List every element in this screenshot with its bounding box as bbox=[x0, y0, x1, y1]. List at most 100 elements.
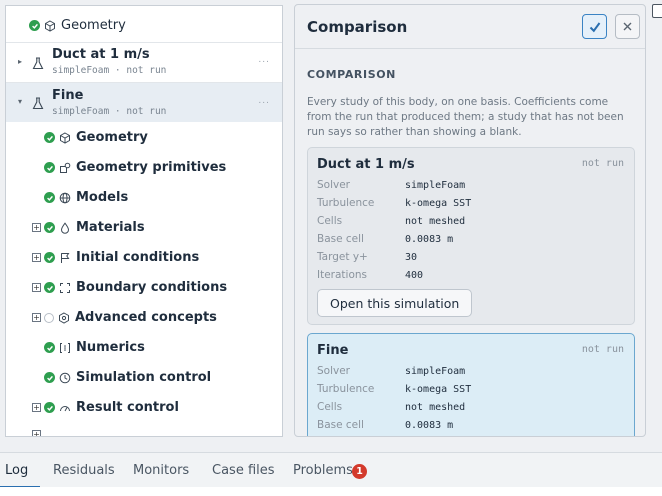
shapes-icon bbox=[58, 161, 71, 174]
open-simulation-button[interactable]: Open this simulation bbox=[317, 289, 473, 317]
field-label: Turbulence bbox=[317, 197, 375, 209]
study-name: Duct at 1 m/s bbox=[317, 157, 415, 172]
globe-icon bbox=[58, 191, 71, 204]
tab-residuals[interactable]: Residuals bbox=[53, 463, 115, 478]
study-name: Fine bbox=[317, 343, 349, 358]
simulation-title: Duct at 1 m/s bbox=[52, 47, 150, 62]
more-menu-icon[interactable]: ... bbox=[258, 96, 270, 106]
field-value: k-omega SST bbox=[405, 384, 472, 395]
flask-icon bbox=[32, 95, 44, 114]
gauge-icon bbox=[58, 401, 71, 414]
tree-item-label: Boundary conditions bbox=[76, 280, 228, 295]
simulation-row-fine[interactable]: ▾ Fine simpleFoam · not run ... bbox=[6, 82, 282, 122]
tree-item-label: Numerics bbox=[76, 340, 145, 355]
field-label: Base cell bbox=[317, 233, 364, 245]
bottom-tab-bar: Log Residuals Monitors Case files Proble… bbox=[0, 452, 662, 488]
field-value: not meshed bbox=[405, 402, 466, 413]
field-value: 0.0083 m bbox=[405, 420, 454, 431]
tree-item-boundary-conditions[interactable]: + Boundary conditions bbox=[32, 280, 272, 295]
comparison-panel: Comparison COMPARISON Every study of thi… bbox=[294, 4, 646, 437]
tree-item-label: Materials bbox=[76, 220, 145, 235]
cube-icon bbox=[43, 19, 56, 32]
expand-plus-icon[interactable]: + bbox=[32, 253, 41, 262]
field-label: Cells bbox=[317, 401, 343, 413]
field-label: Cells bbox=[317, 215, 343, 227]
tree-item-label: Simulation control bbox=[76, 370, 212, 385]
tab-monitors[interactable]: Monitors bbox=[133, 463, 189, 478]
simulation-row-duct[interactable]: ▸ Duct at 1 m/s simpleFoam · not run ... bbox=[6, 42, 282, 81]
field-value: 30 bbox=[405, 252, 418, 263]
field-label: Solver bbox=[317, 179, 350, 191]
clock-icon bbox=[58, 371, 71, 384]
tree-item-result-control[interactable]: + Result control bbox=[32, 400, 272, 415]
tree-item-label: Advanced concepts bbox=[75, 310, 217, 325]
tree-item-initial-conditions[interactable]: + Initial conditions bbox=[32, 250, 272, 265]
close-icon bbox=[623, 22, 632, 31]
cube-icon bbox=[58, 131, 71, 144]
ok-check-icon bbox=[44, 132, 55, 143]
ok-check-icon bbox=[44, 282, 55, 293]
expand-plus-icon[interactable]: + bbox=[32, 313, 41, 322]
tree-item-materials[interactable]: + Materials bbox=[32, 220, 272, 235]
field-value: k-omega SST bbox=[405, 198, 472, 209]
simulation-subtitle: simpleFoam · not run bbox=[52, 106, 167, 117]
problems-count-badge: 1 bbox=[352, 464, 367, 479]
tree-item-simulation-control[interactable]: Simulation control bbox=[44, 370, 274, 385]
drop-icon bbox=[58, 221, 71, 234]
tree-item-label: Geometry bbox=[61, 18, 126, 33]
tree-item-label: Geometry bbox=[76, 130, 148, 145]
tree-item-geometry-primitives[interactable]: Geometry primitives bbox=[44, 160, 274, 175]
ok-check-icon bbox=[44, 222, 55, 233]
numerics-icon bbox=[58, 341, 71, 354]
tree-item-label: Models bbox=[76, 190, 129, 205]
ok-check-icon bbox=[44, 162, 55, 173]
close-button[interactable] bbox=[615, 14, 640, 39]
study-card-fine[interactable]: Fine not run Solver simpleFoam Turbulenc… bbox=[307, 333, 635, 436]
field-value: 400 bbox=[405, 270, 424, 281]
tree-item-geometry[interactable]: Geometry bbox=[44, 130, 274, 145]
section-description: Every study of this body, on one basis. … bbox=[307, 96, 624, 138]
ok-check-icon bbox=[44, 192, 55, 203]
tree-item-label: Result control bbox=[76, 400, 179, 415]
tree-item-models[interactable]: Models bbox=[44, 190, 274, 205]
flask-icon bbox=[32, 55, 44, 74]
expand-caret-icon[interactable]: ▸ bbox=[18, 57, 22, 66]
tree-item-clipped: + bbox=[32, 430, 272, 436]
tree-item-geometry-root[interactable]: Geometry bbox=[29, 18, 269, 33]
collapse-caret-icon[interactable]: ▾ bbox=[18, 97, 22, 106]
expand-plus-icon[interactable]: + bbox=[32, 223, 41, 232]
expand-plus-icon[interactable]: + bbox=[32, 403, 41, 412]
hexagon-icon bbox=[57, 311, 70, 324]
panel-title: Comparison bbox=[307, 18, 408, 36]
field-label: Base cell bbox=[317, 419, 364, 431]
confirm-button[interactable] bbox=[582, 14, 607, 39]
boundary-icon bbox=[58, 281, 71, 294]
check-icon bbox=[589, 21, 600, 32]
tab-problems[interactable]: Problems bbox=[293, 463, 353, 478]
tab-case-files[interactable]: Case files bbox=[212, 463, 275, 478]
tree-item-label: Geometry primitives bbox=[76, 160, 227, 175]
more-menu-icon[interactable]: ... bbox=[258, 55, 270, 65]
ok-check-icon bbox=[29, 20, 40, 31]
study-card-duct: Duct at 1 m/s not run Solver simpleFoam … bbox=[307, 147, 635, 325]
tree-item-advanced-concepts[interactable]: + Advanced concepts bbox=[32, 310, 272, 325]
ok-check-icon bbox=[44, 342, 55, 353]
panel-toggle-icon[interactable] bbox=[652, 4, 662, 18]
flag-icon bbox=[58, 251, 71, 264]
field-value: simpleFoam bbox=[405, 180, 466, 191]
tree-item-numerics[interactable]: Numerics bbox=[44, 340, 274, 355]
study-status: not run bbox=[581, 344, 624, 355]
tab-log[interactable]: Log bbox=[5, 463, 28, 478]
field-value: 0.0083 m bbox=[405, 234, 454, 245]
field-value: not meshed bbox=[405, 216, 466, 227]
app-window: Geometry ▸ Duct at 1 m/s simpleFoam · no… bbox=[0, 0, 662, 496]
ok-check-icon bbox=[44, 372, 55, 383]
section-title: COMPARISON bbox=[307, 68, 396, 81]
simulation-title: Fine bbox=[52, 88, 84, 103]
study-status: not run bbox=[581, 158, 624, 169]
field-label: Iterations bbox=[317, 269, 368, 281]
expand-plus-icon[interactable]: + bbox=[32, 283, 41, 292]
field-label: Turbulence bbox=[317, 383, 375, 395]
expand-plus-icon[interactable]: + bbox=[32, 430, 41, 436]
log-output bbox=[0, 487, 662, 496]
